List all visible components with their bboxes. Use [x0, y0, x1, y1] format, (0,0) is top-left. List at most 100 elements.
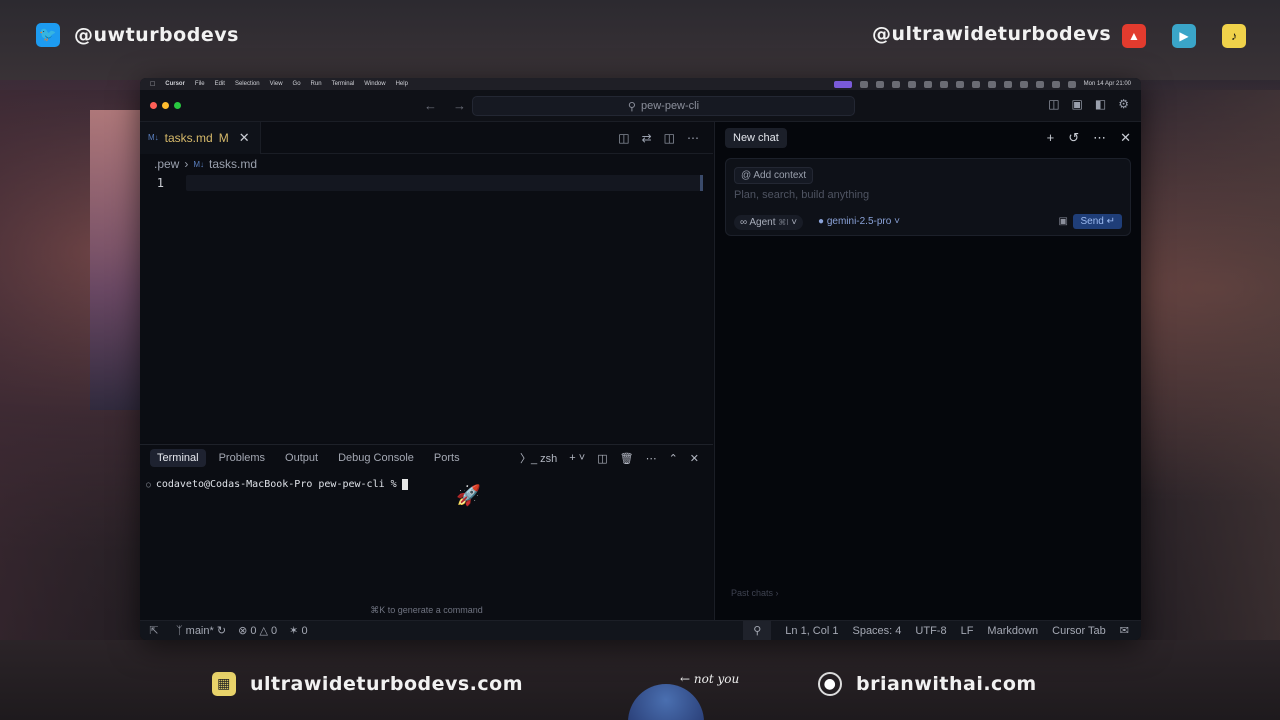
breadcrumb: .pew › M↓ tasks.md	[140, 154, 713, 174]
zoom-window-button[interactable]	[174, 102, 181, 109]
code-line[interactable]: 1	[140, 174, 713, 192]
toggle-secondary-sidebar-icon[interactable]: ◧	[1095, 97, 1106, 111]
new-terminal-icon[interactable]: + ˅	[569, 452, 585, 464]
split-editor-icon[interactable]: ◫	[664, 131, 675, 145]
terminal-prompt-line[interactable]: ○ codaveto@Codas-MacBook-Pro pew-pew-cli…	[140, 479, 713, 490]
tab-debug-console[interactable]: Debug Console	[331, 449, 421, 467]
remote-icon[interactable]: ⇱	[140, 621, 168, 641]
minimize-window-button[interactable]	[162, 102, 169, 109]
menubar-status-icon[interactable]	[939, 80, 948, 88]
command-center-search[interactable]: ⚲ pew-pew-cli	[472, 96, 855, 116]
more-icon[interactable]: ⋯	[687, 131, 699, 145]
open-preview-icon[interactable]: ◫	[618, 131, 629, 145]
breadcrumb-folder[interactable]: .pew	[154, 157, 179, 171]
plus-icon[interactable]: +	[1047, 130, 1055, 146]
notifications-icon[interactable]: ✉	[1120, 624, 1129, 637]
control-center-icon[interactable]	[1067, 80, 1076, 88]
menubar-status-icon[interactable]	[907, 80, 916, 88]
split-terminal-icon[interactable]: ◫	[597, 452, 607, 465]
chat-composer[interactable]: @ Add context Plan, search, build anythi…	[725, 158, 1131, 236]
command-center-label: pew-pew-cli	[640, 100, 700, 112]
status-left: ᛉ main* ↻ ⊗ 0 △ 0 ✶ 0	[168, 624, 308, 637]
language-mode[interactable]: Markdown	[987, 625, 1038, 637]
robot-icon: ●	[818, 672, 842, 696]
twitter-overlay: 🐦 @uwturbodevs	[36, 23, 239, 47]
maximize-panel-icon[interactable]: ⌃	[669, 452, 678, 465]
cursor-position[interactable]: Ln 1, Col 1	[785, 625, 838, 637]
wifi-icon[interactable]	[1035, 80, 1044, 88]
back-arrow-icon[interactable]: ←	[424, 98, 437, 113]
menubar-status-icon[interactable]	[971, 80, 980, 88]
menubar-status-icon[interactable]	[859, 80, 868, 88]
markdown-icon: M↓	[148, 133, 159, 142]
git-branch[interactable]: ᛉ main* ↻	[176, 624, 226, 637]
tab-tasks-md[interactable]: M↓ tasks.md M ✕	[140, 121, 261, 154]
menubar-status-icon[interactable]	[1003, 80, 1012, 88]
forward-arrow-icon[interactable]: →	[453, 98, 466, 113]
close-icon[interactable]: ✕	[239, 130, 250, 146]
youtube-icon: ▶	[1172, 24, 1196, 48]
menu-terminal[interactable]: Terminal	[332, 81, 355, 87]
not-you-caption: ← not you	[680, 672, 740, 686]
site-right-overlay: ● brianwithai.com	[818, 672, 1037, 696]
menubar-status-icon[interactable]	[987, 80, 996, 88]
close-icon[interactable]: ✕	[1120, 130, 1131, 146]
menu-app[interactable]: Cursor	[165, 81, 185, 87]
image-upload-icon[interactable]: ▣	[1059, 216, 1068, 227]
toggle-sidebar-icon[interactable]: ◫	[1048, 97, 1059, 111]
menubar-status-icon[interactable]	[875, 80, 884, 88]
end-of-line[interactable]: LF	[961, 625, 974, 637]
more-icon[interactable]: ⋯	[646, 452, 657, 465]
menu-edit[interactable]: Edit	[215, 81, 225, 87]
problems-count[interactable]: ⊗ 0 △ 0	[238, 624, 277, 637]
close-icon[interactable]: ✕	[690, 452, 699, 465]
gear-icon[interactable]: ⚙	[1118, 97, 1129, 111]
toggle-panel-icon[interactable]: ▣	[1072, 97, 1083, 111]
menubar-app-icon[interactable]	[833, 80, 852, 88]
model-selector[interactable]: ● gemini-2.5-pro ˅	[818, 216, 900, 227]
menu-view[interactable]: View	[270, 81, 283, 87]
markdown-icon: M↓	[193, 159, 205, 169]
apple-icon[interactable]: 	[150, 81, 155, 88]
tab-output[interactable]: Output	[278, 449, 325, 467]
search-icon[interactable]	[1051, 80, 1060, 88]
terminal-shell-selector[interactable]: 〉_ zsh	[520, 450, 557, 466]
close-window-button[interactable]	[150, 102, 157, 109]
tab-new-chat[interactable]: New chat	[725, 128, 787, 148]
menu-go[interactable]: Go	[293, 81, 301, 87]
chat-pane: New chat + ↺ ⋯ ✕ @ Add context Plan, sea…	[714, 122, 1141, 620]
terminal-prompt: codaveto@Codas-MacBook-Pro pew-pew-cli %	[155, 479, 397, 490]
menubar-clock[interactable]: Mon 14 Apr 21:00	[1084, 81, 1131, 87]
menu-selection[interactable]: Selection	[235, 81, 260, 87]
more-icon[interactable]: ⋯	[1093, 130, 1106, 146]
tab-terminal[interactable]: Terminal	[150, 449, 206, 467]
cursor-tab-status[interactable]: Cursor Tab	[1052, 625, 1106, 637]
menubar-status-icon[interactable]	[955, 80, 964, 88]
menubar-status-icon[interactable]	[1019, 80, 1028, 88]
chat-input-placeholder[interactable]: Plan, search, build anything	[734, 189, 869, 201]
zoom-icon[interactable]: ⚲	[743, 620, 772, 640]
traffic-lights	[150, 102, 181, 109]
tab-ports[interactable]: Ports	[427, 449, 467, 467]
trash-icon[interactable]: 🗑	[620, 452, 634, 465]
menubar-status-icon[interactable]	[923, 80, 932, 88]
current-line-highlight	[186, 175, 703, 191]
compare-changes-icon[interactable]: ⇄	[642, 131, 652, 145]
menu-window[interactable]: Window	[364, 81, 385, 87]
mode-selector[interactable]: ∞ Agent ⌘I ˅	[734, 215, 804, 230]
breadcrumb-file[interactable]: tasks.md	[209, 157, 257, 171]
terminal-hint: ⌘K to generate a command	[370, 605, 483, 615]
tab-problems[interactable]: Problems	[212, 449, 272, 467]
indentation[interactable]: Spaces: 4	[852, 625, 901, 637]
add-context-button[interactable]: @ Add context	[734, 167, 814, 184]
menu-run[interactable]: Run	[311, 81, 322, 87]
past-chats-link[interactable]: Past chats ›	[731, 588, 779, 598]
encoding[interactable]: UTF-8	[915, 625, 946, 637]
rocket-cursor-icon: 🚀	[456, 485, 481, 507]
menu-help[interactable]: Help	[396, 81, 408, 87]
menu-file[interactable]: File	[195, 81, 205, 87]
ports-count[interactable]: ✶ 0	[289, 624, 307, 637]
send-button[interactable]: Send ↵	[1073, 214, 1122, 229]
history-icon[interactable]: ↺	[1068, 130, 1079, 146]
menubar-status-icon[interactable]	[891, 80, 900, 88]
